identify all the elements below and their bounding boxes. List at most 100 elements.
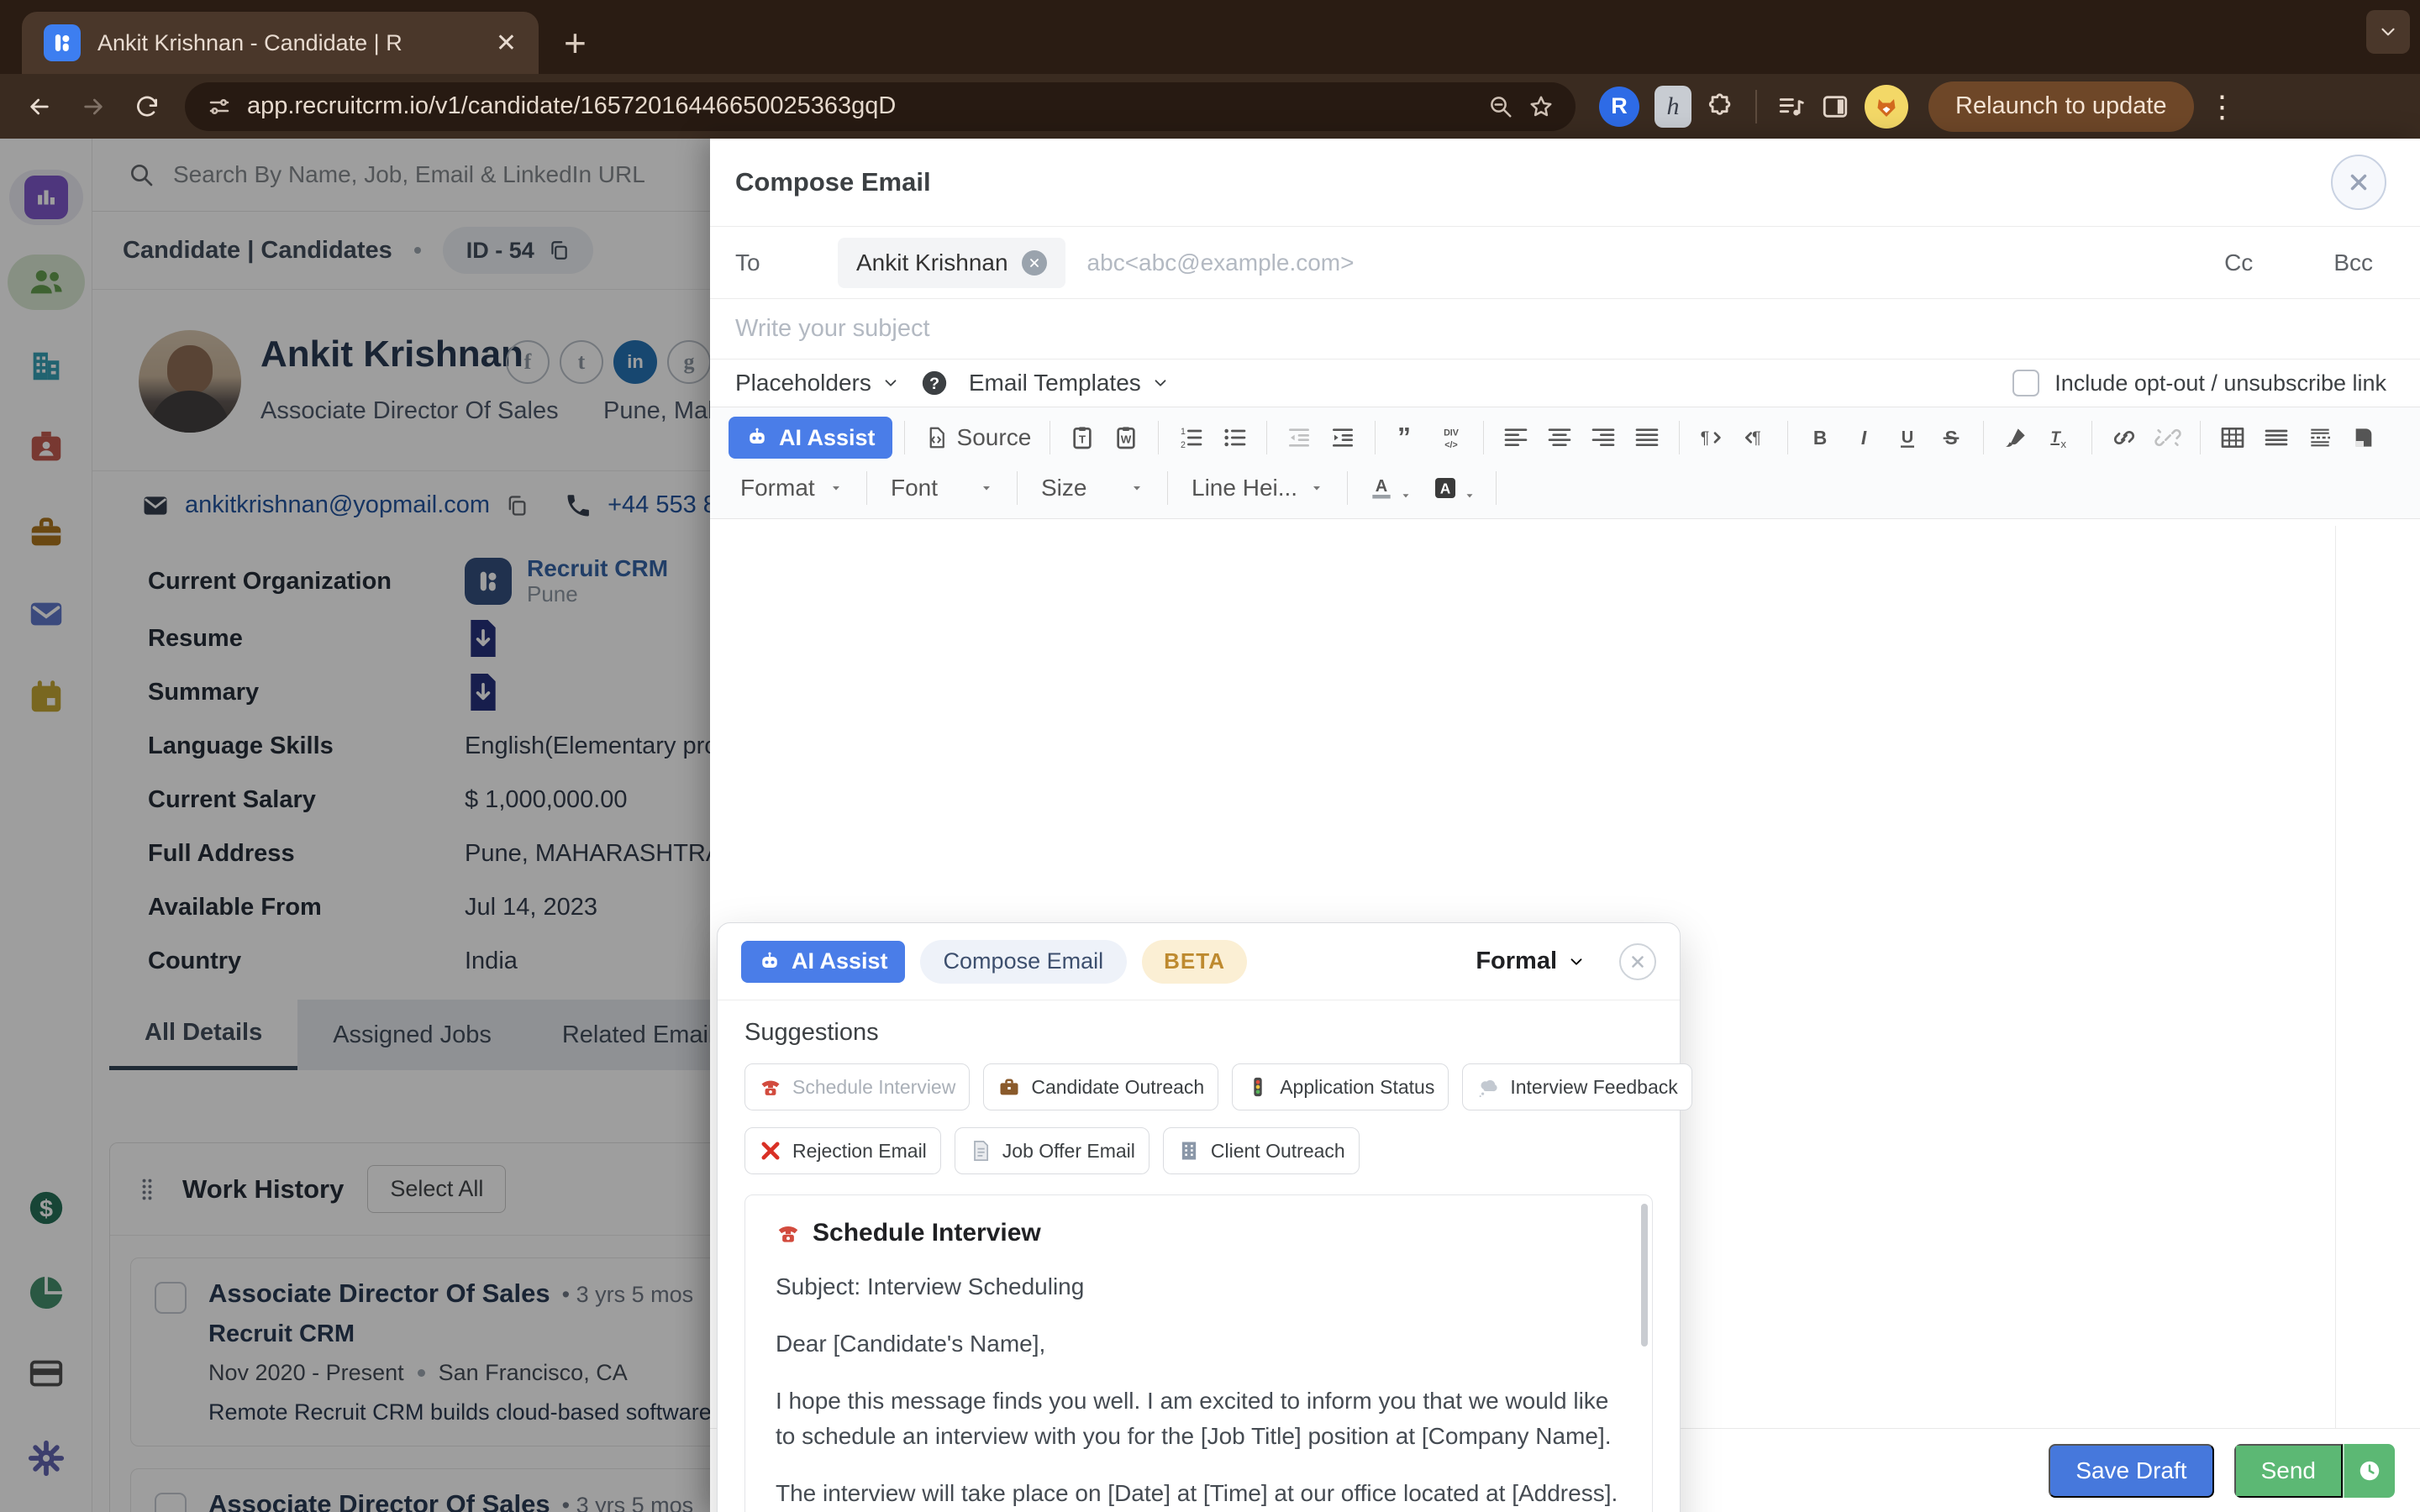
horizontal-rule-icon[interactable]: [2256, 417, 2296, 458]
link-icon[interactable]: [2104, 417, 2144, 458]
send-button[interactable]: Send: [2233, 1443, 2343, 1498]
ai-assist-button[interactable]: AI Assist: [729, 417, 892, 459]
popup-close-icon[interactable]: [1619, 942, 1656, 980]
preview-paragraph: I hope this message finds you well. I am…: [776, 1388, 1612, 1449]
line-height-dropdown[interactable]: Line Hei...: [1180, 475, 1335, 501]
modal-close-icon[interactable]: [2331, 155, 2386, 210]
robot-icon: [758, 950, 781, 974]
tab-search-chevron-icon[interactable]: [2366, 10, 2410, 54]
side-panel-icon[interactable]: [1821, 92, 1849, 121]
ordered-list-icon[interactable]: 12: [1171, 417, 1211, 458]
suggestion-application-status[interactable]: Application Status: [1232, 1063, 1449, 1110]
remove-format-icon[interactable]: Tx: [2039, 417, 2080, 458]
format-dropdown[interactable]: Format: [729, 475, 855, 501]
reload-icon[interactable]: [124, 84, 170, 129]
paste-text-icon[interactable]: T: [1062, 417, 1102, 458]
page-break-icon[interactable]: [2300, 417, 2340, 458]
svg-text:</>: </>: [1445, 440, 1458, 450]
bullet-list-icon[interactable]: [1214, 417, 1255, 458]
outdent-icon[interactable]: [1279, 417, 1319, 458]
ai-assist-tab[interactable]: AI Assist: [741, 940, 905, 983]
generated-email-preview[interactable]: Schedule Interview Subject: Interview Sc…: [744, 1194, 1653, 1512]
optout-checkbox[interactable]: [2012, 370, 2040, 396]
align-left-icon[interactable]: [1496, 417, 1536, 458]
browser-tab[interactable]: Ankit Krishnan - Candidate | R ✕: [22, 12, 539, 74]
preview-scrollbar[interactable]: [1641, 1204, 1648, 1347]
url-bar[interactable]: app.recruitcrm.io/v1/candidate/165720164…: [185, 81, 1576, 131]
svg-text:W: W: [1121, 433, 1132, 446]
to-row: To Ankit Krishnan Cc Bcc: [710, 227, 2420, 299]
site-settings-icon[interactable]: [207, 94, 232, 119]
remove-recipient-icon[interactable]: [1021, 249, 1047, 276]
table-icon[interactable]: [2212, 417, 2253, 458]
svg-text:B: B: [1813, 427, 1827, 449]
extension-h-icon[interactable]: h: [1655, 85, 1691, 128]
tone-dropdown[interactable]: Formal: [1465, 948, 1586, 975]
indent-icon[interactable]: [1323, 417, 1363, 458]
bg-color-button[interactable]: A: [1423, 475, 1484, 501]
new-tab-button[interactable]: +: [564, 24, 587, 62]
profile-avatar[interactable]: [1865, 84, 1908, 129]
size-dropdown[interactable]: Size: [1029, 475, 1155, 501]
email-templates-dropdown[interactable]: Email Templates: [969, 370, 1170, 396]
suggestion-schedule-interview[interactable]: Schedule Interview: [744, 1063, 971, 1110]
editor-toolbar: AI Assist Source T W 12 ” DIV </> ¶ ¶ B …: [710, 407, 2420, 519]
blockquote-icon[interactable]: ”: [1387, 417, 1428, 458]
suggestion-job-offer-email[interactable]: Job Offer Email: [954, 1127, 1150, 1174]
text-direction-rtl-icon[interactable]: ¶: [1735, 417, 1776, 458]
chevron-down-icon: [1151, 374, 1170, 392]
to-input[interactable]: [1086, 249, 2144, 276]
beta-badge: BETA: [1142, 939, 1247, 984]
suggestion-rejection-email[interactable]: Rejection Email: [744, 1127, 941, 1174]
align-right-icon[interactable]: [1583, 417, 1623, 458]
div-container-icon[interactable]: DIV </>: [1431, 417, 1471, 458]
chrome-menu-icon[interactable]: ⋮: [2202, 89, 2251, 124]
copy-formatting-icon[interactable]: [1996, 417, 2036, 458]
bold-icon[interactable]: B: [1800, 417, 1840, 458]
text-direction-ltr-icon[interactable]: ¶: [1691, 417, 1732, 458]
svg-text:¶: ¶: [1701, 429, 1710, 448]
back-icon[interactable]: [17, 84, 62, 129]
forward-icon[interactable]: [71, 84, 116, 129]
help-icon[interactable]: ?: [920, 369, 949, 397]
align-justify-icon[interactable]: [1627, 417, 1667, 458]
source-button[interactable]: Source: [917, 424, 1039, 451]
recipient-chip[interactable]: Ankit Krishnan: [838, 237, 1065, 288]
insert-block-icon[interactable]: [2344, 417, 2384, 458]
tab-close-icon[interactable]: ✕: [496, 29, 517, 58]
clock-icon: [2357, 1458, 2382, 1483]
subject-input[interactable]: [735, 315, 2395, 343]
url-text: app.recruitcrm.io/v1/candidate/165720164…: [247, 92, 897, 119]
save-draft-button[interactable]: Save Draft: [2049, 1443, 2214, 1498]
placeholders-dropdown[interactable]: Placeholders: [735, 370, 900, 396]
svg-text:I: I: [1861, 427, 1867, 449]
email-body-editor[interactable]: AI Assist Compose Email BETA Formal Sugg…: [710, 519, 2420, 1512]
bookmark-star-icon[interactable]: [1528, 94, 1554, 119]
bcc-button[interactable]: Bcc: [2333, 249, 2373, 276]
strikethrough-icon[interactable]: S: [1931, 417, 1971, 458]
suggestion-candidate-outreach[interactable]: Candidate Outreach: [983, 1063, 1219, 1110]
suggestion-client-outreach[interactable]: Client Outreach: [1162, 1127, 1360, 1174]
options-row: Placeholders ? Email Templates Include o…: [710, 360, 2420, 407]
paste-word-icon[interactable]: W: [1106, 417, 1146, 458]
font-dropdown[interactable]: Font: [879, 475, 1005, 501]
unlink-icon[interactable]: [2148, 417, 2188, 458]
italic-icon[interactable]: I: [1844, 417, 1884, 458]
text-color-button[interactable]: A: [1360, 475, 1420, 501]
cc-button[interactable]: Cc: [2224, 249, 2253, 276]
thought-bubble-icon: [1476, 1075, 1500, 1099]
media-controls-icon[interactable]: [1777, 92, 1806, 121]
modal-title: Compose Email: [735, 167, 931, 197]
relaunch-button[interactable]: Relaunch to update: [1928, 81, 2194, 132]
phone-red-icon: [776, 1221, 801, 1246]
browser-toolbar: app.recruitcrm.io/v1/candidate/165720164…: [0, 74, 2420, 139]
compose-email-tab[interactable]: Compose Email: [919, 939, 1128, 984]
align-center-icon[interactable]: [1539, 417, 1580, 458]
extensions-puzzle-icon[interactable]: [1707, 92, 1735, 121]
underline-icon[interactable]: U: [1887, 417, 1928, 458]
suggestion-interview-feedback[interactable]: Interview Feedback: [1462, 1063, 1692, 1110]
extension-r-icon[interactable]: R: [1599, 86, 1639, 127]
schedule-send-button[interactable]: [2343, 1443, 2395, 1498]
preview-heading: Schedule Interview: [813, 1219, 1041, 1247]
zoom-icon[interactable]: [1488, 94, 1513, 119]
